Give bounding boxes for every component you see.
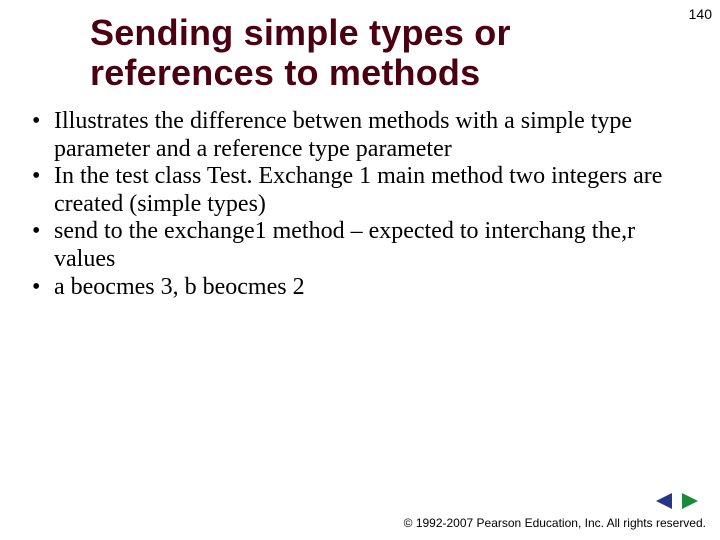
nav-controls: [654, 492, 700, 510]
list-item: • In the test class Test. Exchange 1 mai…: [30, 163, 680, 218]
page-number: 140: [689, 6, 712, 22]
triangle-right-icon: [680, 492, 700, 510]
bullet-dot: •: [30, 108, 54, 136]
bullet-list: • Illustrates the difference betwen meth…: [30, 108, 680, 301]
triangle-left-icon: [654, 492, 674, 510]
slide-title: Sending simple types or references to me…: [90, 13, 520, 94]
list-item: • Illustrates the difference betwen meth…: [30, 108, 680, 163]
slide: 140 Sending simple types or references t…: [0, 0, 720, 540]
bullet-dot: •: [30, 218, 54, 246]
next-button[interactable]: [680, 492, 700, 510]
bullet-text: a beocmes 3, b beocmes 2: [54, 274, 680, 302]
list-item: • send to the exchange1 method – expecte…: [30, 218, 680, 273]
bullet-text: send to the exchange1 method – expected …: [54, 218, 680, 273]
copyright-footer: © 1992-2007 Pearson Education, Inc. All …: [404, 516, 706, 530]
bullet-dot: •: [30, 274, 54, 302]
bullet-dot: •: [30, 163, 54, 191]
list-item: • a beocmes 3, b beocmes 2: [30, 274, 680, 302]
bullet-text: Illustrates the difference betwen method…: [54, 108, 680, 163]
prev-button[interactable]: [654, 492, 674, 510]
bullet-text: In the test class Test. Exchange 1 main …: [54, 163, 680, 218]
